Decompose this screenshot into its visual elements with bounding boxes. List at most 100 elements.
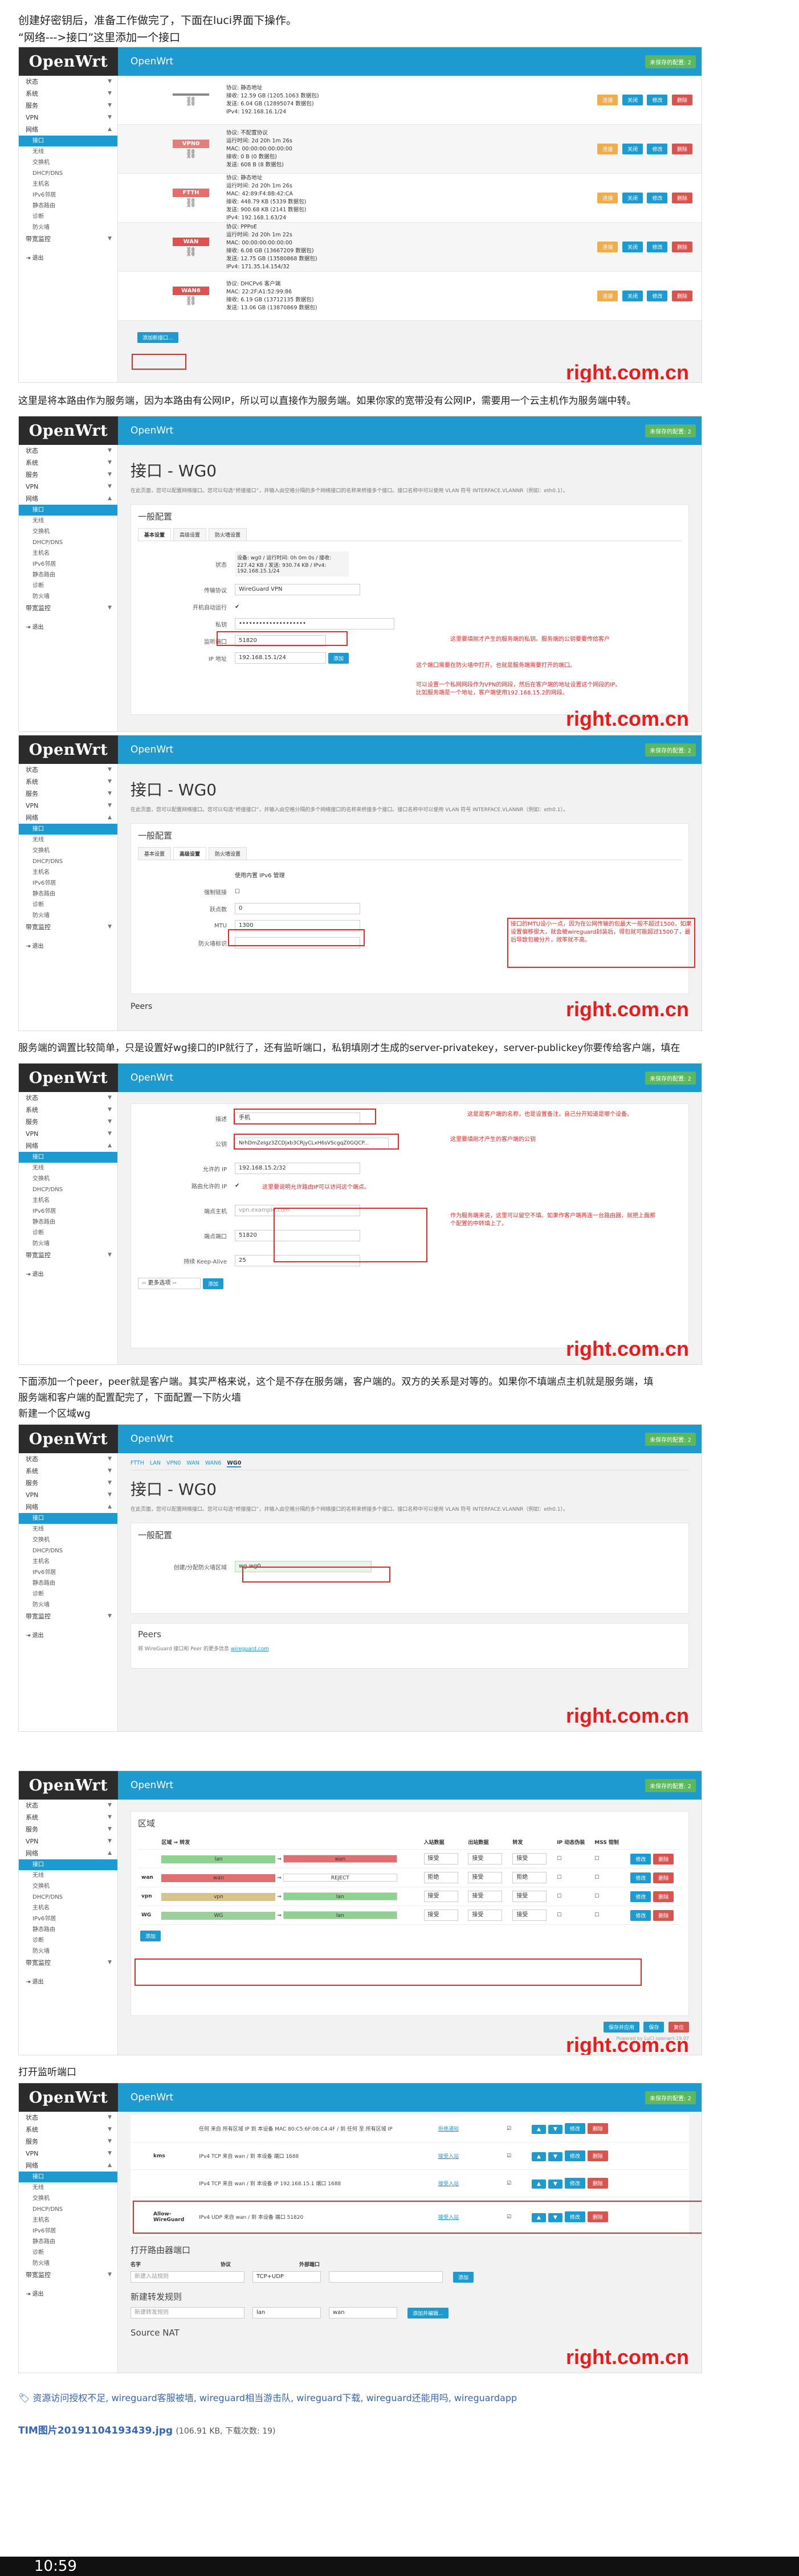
openwrt-logo[interactable]: OpenWrt xyxy=(19,1064,118,1092)
mss-checkbox[interactable]: ☐ xyxy=(591,1849,625,1868)
move-down-button[interactable]: ▼ xyxy=(548,2152,562,2161)
mss-checkbox[interactable]: ☐ xyxy=(591,1906,625,1925)
sidebar-sub-static-routes[interactable]: 静态路由 xyxy=(19,1924,117,1935)
edit-button[interactable]: 修改 xyxy=(647,242,668,252)
rule-enable-checkbox[interactable]: ☑ xyxy=(507,2126,529,2132)
sidebar-item-services[interactable]: 服务 ▼ xyxy=(19,2136,117,2148)
sidebar-item-bandwidth[interactable]: 带宽监控 ▼ xyxy=(19,921,117,933)
sidebar-sub-hostnames[interactable]: 主机名 xyxy=(19,2215,117,2226)
sidebar-sub-wireless[interactable]: 无线 xyxy=(19,146,117,157)
zone-output-select[interactable]: 接受 xyxy=(468,1891,503,1902)
sidebar-item-vpn[interactable]: VPN ▼ xyxy=(19,112,117,124)
sidebar-item-bandwidth[interactable]: 带宽监控 ▼ xyxy=(19,2269,117,2281)
metric-input[interactable]: 0 xyxy=(235,903,360,914)
zone-output-select[interactable]: 接受 xyxy=(468,1909,503,1921)
openwrt-logo[interactable]: OpenWrt xyxy=(19,47,118,76)
zone-edit-button[interactable]: 修改 xyxy=(630,1872,651,1883)
sidebar-sub-dhcp[interactable]: DHCP/DNS xyxy=(19,1545,117,1556)
add-ip-button[interactable]: 添加 xyxy=(328,652,349,664)
save-button[interactable]: 保存 xyxy=(643,2022,665,2033)
iface-tab-wan6[interactable]: WAN6 xyxy=(205,1460,222,1467)
open-port-add-button[interactable]: 添加 xyxy=(453,2271,474,2283)
mss-checkbox[interactable]: ☐ xyxy=(591,1868,625,1887)
sidebar-sub-interfaces[interactable]: 接口 xyxy=(19,824,117,835)
rule-delete-button[interactable]: 删除 xyxy=(587,2150,608,2161)
ipv6-checkbox[interactable]: 使用内置 IPv6 管理 xyxy=(235,870,285,879)
sidebar-sub-diagnostics[interactable]: 诊断 xyxy=(19,2247,117,2258)
delete-button[interactable]: 删除 xyxy=(671,144,692,154)
sidebar-sub-ipv6-neighbors[interactable]: IPv6邻居 xyxy=(19,190,117,201)
unsaved-changes-badge[interactable]: 未保存的配置: 2 xyxy=(645,1779,696,1792)
sidebar-item-network[interactable]: 网络 ▲ xyxy=(19,1140,117,1152)
delete-button[interactable]: 删除 xyxy=(671,242,692,252)
unsaved-changes-badge[interactable]: 未保存的配置: 2 xyxy=(645,55,696,68)
stop-button[interactable]: 关闭 xyxy=(622,144,643,154)
sidebar-sub-wireless[interactable]: 无线 xyxy=(19,516,117,526)
zone-edit-button[interactable]: 修改 xyxy=(630,1909,651,1921)
add-zone-button[interactable]: 添加 xyxy=(140,1931,161,1941)
sidebar-sub-interfaces[interactable]: 接口 xyxy=(19,1513,117,1524)
stop-button[interactable]: 关闭 xyxy=(622,291,643,301)
sidebar-sub-dhcp[interactable]: DHCP/DNS xyxy=(19,856,117,867)
sidebar-item-system[interactable]: 系统 ▼ xyxy=(19,2124,117,2136)
openwrt-logo[interactable]: OpenWrt xyxy=(19,416,118,445)
brand-link[interactable]: OpenWrt xyxy=(131,56,173,67)
autostart-checkbox[interactable]: ✔ xyxy=(235,604,239,610)
sidebar-sub-switch[interactable]: 交换机 xyxy=(19,526,117,537)
tab-advanced[interactable]: 高级设置 xyxy=(173,847,207,860)
openwrt-logo[interactable]: OpenWrt xyxy=(19,735,118,764)
move-up-button[interactable]: ▲ xyxy=(532,2125,546,2134)
sidebar-item-services[interactable]: 服务 ▼ xyxy=(19,1823,117,1835)
sidebar-sub-firewall[interactable]: 防火墙 xyxy=(19,910,117,921)
move-down-button[interactable]: ▼ xyxy=(548,2180,562,2189)
zone-delete-button[interactable]: 删除 xyxy=(653,1909,674,1921)
reset-button[interactable]: 复位 xyxy=(668,2022,689,2033)
sidebar-sub-dhcp[interactable]: DHCP/DNS xyxy=(19,1184,117,1195)
rule-enable-checkbox[interactable]: ☑ xyxy=(507,2181,529,2186)
sidebar-sub-hostnames[interactable]: 主机名 xyxy=(19,179,117,190)
brand-link[interactable]: OpenWrt xyxy=(131,744,173,755)
sidebar-sub-hostnames[interactable]: 主机名 xyxy=(19,867,117,878)
rule-delete-button[interactable]: 删除 xyxy=(587,2178,608,2189)
route-allowed-ips-checkbox[interactable]: ✔ xyxy=(235,1183,239,1189)
sidebar-sub-ipv6-neighbors[interactable]: IPv6邻居 xyxy=(19,559,117,570)
zone-forward-select[interactable]: 接受 xyxy=(512,1891,547,1902)
sidebar-item-vpn[interactable]: VPN ▼ xyxy=(19,2148,117,2160)
iface-tab-vpn0[interactable]: VPN0 xyxy=(166,1460,181,1467)
sidebar-item-system[interactable]: 系统 ▼ xyxy=(19,1465,117,1477)
edit-button[interactable]: 修改 xyxy=(647,291,668,301)
delete-button[interactable]: 删除 xyxy=(671,193,692,203)
sidebar-sub-wireless[interactable]: 无线 xyxy=(19,1870,117,1881)
unsaved-changes-badge[interactable]: 未保存的配置: 2 xyxy=(645,1433,696,1446)
sidebar-item-services[interactable]: 服务 ▼ xyxy=(19,788,117,800)
sidebar-sub-interfaces[interactable]: 接口 xyxy=(19,2172,117,2182)
forward-name-input[interactable]: 新建转发规则 xyxy=(131,2307,244,2319)
sidebar-item-network[interactable]: 网络 ▲ xyxy=(19,124,117,136)
sidebar-sub-dhcp[interactable]: DHCP/DNS xyxy=(19,1892,117,1903)
sidebar-item-system[interactable]: 系统 ▼ xyxy=(19,1104,117,1116)
sidebar-sub-wireless[interactable]: 无线 xyxy=(19,2182,117,2193)
allowed-ips-input[interactable]: 192.168.15.2/32 xyxy=(235,1163,360,1174)
stop-button[interactable]: 关闭 xyxy=(622,193,643,203)
edit-button[interactable]: 修改 xyxy=(647,144,668,154)
stop-button[interactable]: 关闭 xyxy=(622,95,643,105)
rule-delete-button[interactable]: 删除 xyxy=(587,2123,608,2134)
tab-basic[interactable]: 基本设置 xyxy=(138,528,172,541)
forward-add-edit-button[interactable]: 添加并编辑... xyxy=(407,2307,449,2319)
iface-tab-lan[interactable]: LAN xyxy=(150,1460,161,1467)
sidebar-item-network[interactable]: 网络 ▲ xyxy=(19,493,117,505)
sidebar-sub-hostnames[interactable]: 主机名 xyxy=(19,1556,117,1567)
brand-link[interactable]: OpenWrt xyxy=(131,1072,173,1083)
sidebar-item-status[interactable]: 状态 ▼ xyxy=(19,764,117,776)
connect-button[interactable]: 连接 xyxy=(597,95,618,105)
sidebar-item-bandwidth[interactable]: 带宽监控 ▼ xyxy=(19,1249,117,1261)
sidebar-sub-diagnostics[interactable]: 诊断 xyxy=(19,580,117,591)
connect-button[interactable]: 连接 xyxy=(597,144,618,154)
sidebar-sub-ipv6-neighbors[interactable]: IPv6邻居 xyxy=(19,2226,117,2236)
sidebar-item-services[interactable]: 服务 ▼ xyxy=(19,1477,117,1489)
zone-forward-select[interactable]: 拒绝 xyxy=(512,1872,547,1883)
tab-firewall[interactable]: 防火墙设置 xyxy=(209,847,247,860)
sidebar-sub-dhcp[interactable]: DHCP/DNS xyxy=(19,168,117,179)
brand-link[interactable]: OpenWrt xyxy=(131,2092,173,2103)
sidebar-item-vpn[interactable]: VPN ▼ xyxy=(19,800,117,812)
